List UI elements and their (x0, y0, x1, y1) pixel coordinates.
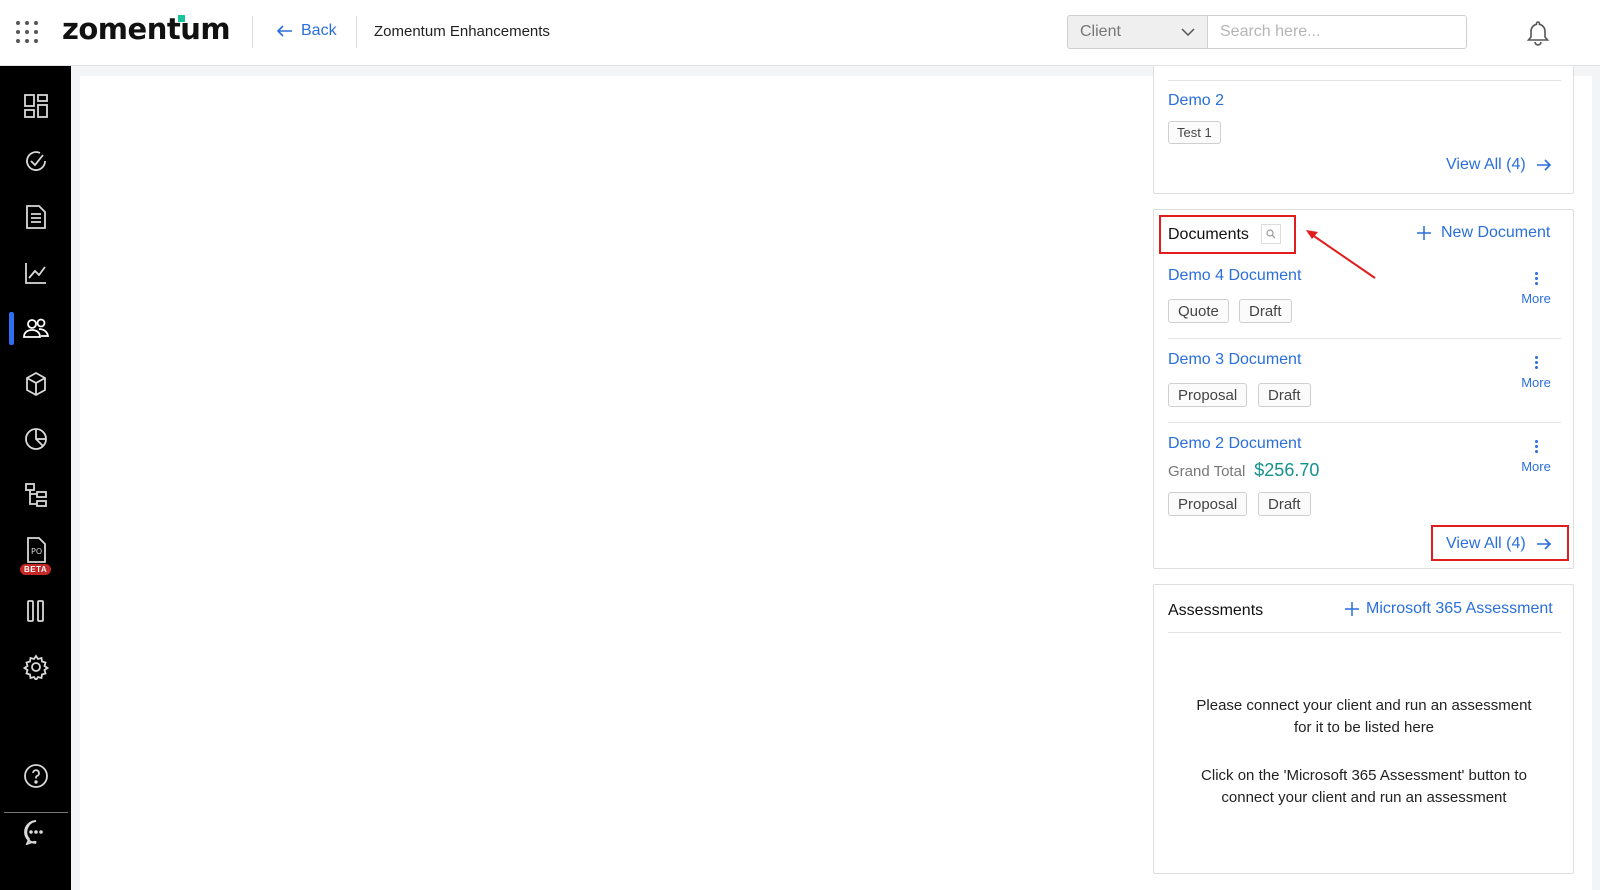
chat-icon (23, 820, 43, 845)
sidebar-item-dashboard[interactable] (0, 86, 71, 126)
sidebar-item-products[interactable] (0, 364, 71, 404)
divider (1168, 632, 1561, 633)
purchase-order-icon: PO (26, 537, 46, 563)
chevron-down-icon (1181, 28, 1195, 36)
document-more-menu[interactable]: More (1516, 356, 1556, 390)
assessments-empty-hint: Click on the 'Microsoft 365 Assessment' … (1201, 767, 1527, 806)
arrow-left-icon (276, 25, 292, 37)
beta-badge: BETA (20, 564, 52, 575)
sidebar-item-analytics[interactable] (0, 253, 71, 293)
top-bar: zomentum Back Zomentum Enhancements Clie… (0, 0, 1600, 66)
view-all-label: View All (4) (1446, 156, 1526, 173)
search-input[interactable] (1207, 15, 1467, 49)
document-link[interactable]: Demo 4 Document (1168, 267, 1301, 285)
annotation-highlight-view-all (1431, 525, 1569, 561)
microsoft-365-assessment-button[interactable]: Microsoft 365 Assessment (1344, 600, 1553, 618)
workflow-icon (24, 483, 47, 507)
back-button[interactable]: Back (276, 22, 337, 40)
document-more-menu[interactable]: More (1516, 440, 1556, 474)
assessment-new-label: Microsoft 365 Assessment (1366, 600, 1553, 617)
document-link[interactable]: Demo 3 Document (1168, 351, 1301, 369)
divider (1168, 422, 1561, 423)
more-label: More (1521, 375, 1551, 390)
more-vertical-icon (1516, 272, 1556, 285)
new-document-label: New Document (1441, 224, 1551, 241)
divider (252, 16, 253, 48)
client-select[interactable]: Client (1067, 15, 1208, 49)
document-status-tag: Draft (1239, 299, 1292, 323)
documents-icon (25, 205, 46, 229)
sidebar-item-clients[interactable] (0, 308, 71, 348)
related-item-link[interactable]: Demo 2 (1168, 92, 1224, 110)
divider (1168, 338, 1561, 339)
app-grid-icon[interactable] (16, 21, 38, 43)
sidebar-item-documents[interactable] (0, 197, 71, 237)
grand-total-label: Grand Total (1168, 463, 1246, 480)
more-vertical-icon (1516, 440, 1556, 453)
sidebar: PO BETA (0, 66, 71, 890)
logo-accent (178, 15, 185, 22)
plus-icon (1345, 602, 1359, 616)
more-vertical-icon (1516, 356, 1556, 369)
document-status-tag: Draft (1258, 383, 1311, 407)
more-label: More (1521, 459, 1551, 474)
products-icon (25, 371, 46, 397)
reports-icon (24, 428, 47, 450)
grand-total-value: $256.70 (1254, 460, 1320, 480)
divider (356, 16, 357, 48)
sidebar-item-settings[interactable] (0, 647, 71, 687)
new-document-button[interactable]: New Document (1416, 224, 1550, 242)
sidebar-item-help[interactable] (0, 756, 71, 796)
annotation-arrow-icon (1306, 230, 1376, 279)
clients-icon (22, 318, 49, 338)
sidebar-item-purchase-orders[interactable]: PO BETA (0, 530, 71, 575)
pipeline-icon (26, 600, 44, 622)
document-status-tag: Draft (1258, 492, 1311, 516)
assessments-empty-message: Please connect your client and run an as… (1196, 697, 1532, 736)
help-icon (23, 764, 48, 788)
annotation-highlight-documents (1159, 215, 1296, 254)
sidebar-item-pipeline[interactable] (0, 591, 71, 631)
related-view-all-link[interactable]: View All (4) (1446, 156, 1552, 174)
plus-icon (1417, 226, 1431, 240)
back-label: Back (301, 22, 337, 39)
dashboard-icon (23, 94, 48, 118)
more-label: More (1521, 291, 1551, 306)
document-type-tag: Proposal (1168, 383, 1248, 407)
sidebar-item-reports[interactable] (0, 419, 71, 459)
document-type-tag: Quote (1168, 299, 1229, 323)
document-link[interactable]: Demo 2 Document (1168, 435, 1301, 453)
related-items-card: Demo 2 Test 1 View All (4) (1153, 66, 1574, 194)
analytics-icon (24, 263, 46, 284)
sidebar-item-activity[interactable] (0, 141, 71, 181)
activity-icon (25, 151, 46, 171)
client-select-value: Client (1080, 23, 1121, 40)
document-type-tag: Proposal (1168, 492, 1248, 516)
document-more-menu[interactable]: More (1516, 272, 1556, 306)
logo[interactable]: zomentum (62, 12, 231, 46)
breadcrumb: Zomentum Enhancements (374, 23, 550, 40)
assessments-title: Assessments (1168, 602, 1264, 619)
arrow-right-icon (1536, 159, 1551, 171)
assessments-card: Assessments Microsoft 365 Assessment Ple… (1153, 584, 1574, 874)
notification-bell-icon[interactable] (1526, 20, 1550, 46)
sidebar-item-chat[interactable] (0, 812, 71, 852)
divider (1168, 80, 1561, 81)
sidebar-item-workflow[interactable] (0, 475, 71, 515)
related-item-tag: Test 1 (1168, 121, 1221, 144)
settings-icon (22, 654, 49, 680)
svg-text:PO: PO (31, 547, 42, 556)
grand-total-row: Grand Total $256.70 (1168, 460, 1319, 481)
